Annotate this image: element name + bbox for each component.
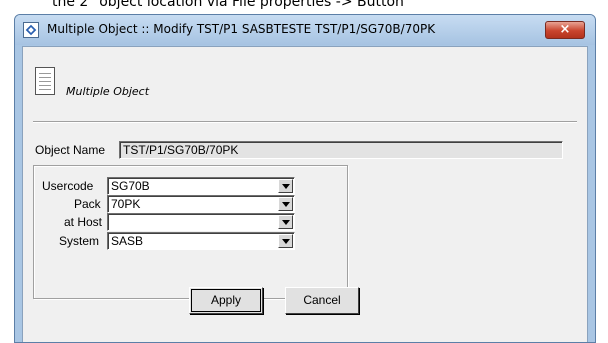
system-dropdown-arrow-icon[interactable] <box>278 234 293 248</box>
usercode-combobox[interactable]: SG70B <box>107 177 295 195</box>
close-button[interactable]: × <box>545 21 585 39</box>
host-dropdown-arrow-icon[interactable] <box>278 215 293 229</box>
document-icon <box>35 67 55 95</box>
pack-dropdown-arrow-icon[interactable] <box>278 197 293 211</box>
cancel-button[interactable]: Cancel <box>285 287 359 314</box>
host-combobox[interactable] <box>107 213 295 231</box>
usercode-dropdown-arrow-icon[interactable] <box>278 179 293 193</box>
background-window-text: the 2" object location via File properti… <box>0 0 608 14</box>
app-icon[interactable] <box>23 22 39 38</box>
object-name-field[interactable]: TST/P1/SG70B/70PK <box>119 141 563 159</box>
title-bar[interactable]: Multiple Object :: Modify TST/P1 SASBTES… <box>15 15 595 45</box>
location-group: Usercode SG70B Pack 70PK at Host System … <box>33 165 348 299</box>
host-label: at Host <box>64 215 103 229</box>
background-window-edge <box>0 14 14 343</box>
dialog-client-area: Multiple Object Object Name TST/P1/SG70B… <box>22 46 588 342</box>
system-label: System <box>59 234 100 248</box>
usercode-label: Usercode <box>42 179 94 193</box>
object-type-label: Multiple Object <box>66 85 150 98</box>
object-name-label: Object Name <box>35 143 106 157</box>
pack-value: 70PK <box>111 197 141 211</box>
pack-label: Pack <box>74 197 101 211</box>
window-title: Multiple Object :: Modify TST/P1 SASBTES… <box>47 22 436 36</box>
system-combobox[interactable]: SASB <box>107 232 295 250</box>
usercode-value: SG70B <box>111 179 150 193</box>
apply-button[interactable]: Apply <box>189 287 263 314</box>
dialog-window: Multiple Object :: Modify TST/P1 SASBTES… <box>14 14 596 343</box>
pack-combobox[interactable]: 70PK <box>107 195 295 213</box>
system-value: SASB <box>111 234 144 248</box>
header-divider <box>33 121 577 123</box>
